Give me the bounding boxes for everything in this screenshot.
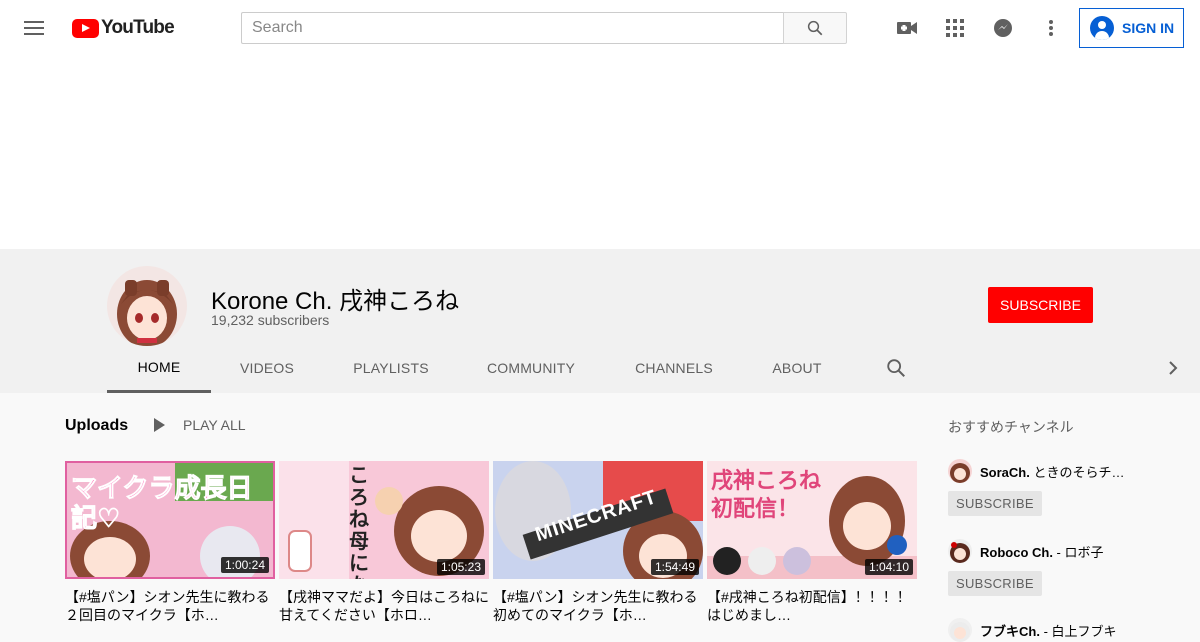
account-icon: [1090, 16, 1114, 40]
video-card[interactable]: マイクラ成長日記♡ 1:00:24 【#塩パン】シオン先生に教わる２回目のマイク…: [65, 461, 275, 624]
search-input[interactable]: [241, 12, 783, 44]
video-thumbnail[interactable]: ころね母になりたい 1:05:23: [279, 461, 489, 579]
recommended-channel: フブキCh. - 白上フブキ: [948, 618, 1188, 642]
video-card[interactable]: ころね母になりたい 1:05:23 【戌神ママだよ】今日はころねに甘えてください…: [279, 461, 489, 624]
channel-avatar[interactable]: [948, 459, 972, 483]
tab-community[interactable]: COMMUNITY: [459, 343, 603, 393]
menu-icon[interactable]: [24, 17, 46, 39]
channel-name-rest: ときのそらチ…: [1029, 464, 1125, 480]
tab-about[interactable]: ABOUT: [745, 343, 849, 393]
video-duration: 1:04:10: [864, 559, 913, 575]
thumbnail-text: マイクラ成長日記♡: [71, 473, 253, 534]
channel-name-main: Roboco Ch.: [980, 544, 1053, 560]
recommended-channel-name[interactable]: フブキCh. - 白上フブキ: [980, 621, 1160, 640]
apps-grid-icon[interactable]: [943, 16, 967, 40]
sign-in-label: SIGN IN: [1122, 20, 1175, 36]
video-card[interactable]: MINECRAFT 1:54:49 【#塩パン】シオン先生に教わる初めてのマイク…: [493, 461, 703, 624]
subscribe-button[interactable]: SUBSCRIBE: [948, 491, 1042, 516]
search-icon: [807, 20, 823, 36]
search-button[interactable]: [783, 12, 847, 44]
recommended-channel: SoraCh. ときのそらチ… SUBSCRIBE: [948, 459, 1188, 516]
video-title[interactable]: 【#戌神ころね初配信】！！！！はじめまし…: [707, 588, 917, 624]
video-duration: 1:54:49: [650, 559, 699, 575]
uploads-title: Uploads: [65, 417, 129, 434]
recommended-channel-name[interactable]: Roboco Ch. - ロボ子: [980, 542, 1160, 561]
channel-name-main: SoraCh.: [980, 464, 1030, 480]
play-all-label: PLAY ALL: [183, 417, 246, 433]
channel-avatar[interactable]: [107, 266, 187, 346]
channel-name-main: フブキCh.: [980, 623, 1040, 639]
thumbnail-text: ころね母になりたい: [349, 465, 369, 579]
play-all-button[interactable]: PLAY ALL: [150, 417, 246, 433]
channel-avatar[interactable]: [948, 618, 972, 642]
thumbnail-text: 戌神ころね初配信！: [711, 468, 822, 521]
youtube-play-icon: [72, 18, 99, 38]
youtube-logo[interactable]: YouTube: [72, 17, 175, 39]
tab-channels[interactable]: CHANNELS: [603, 343, 745, 393]
recommended-channel: Roboco Ch. - ロボ子 SUBSCRIBE: [948, 539, 1188, 596]
video-title[interactable]: 【#塩パン】シオン先生に教わる２回目のマイクラ【ホ…: [65, 588, 275, 624]
logo-text: YouTube: [101, 17, 175, 38]
sign-in-button[interactable]: SIGN IN: [1079, 8, 1184, 48]
messages-icon[interactable]: [991, 16, 1015, 40]
video-duration: 1:05:23: [436, 559, 485, 575]
search-bar: [241, 12, 847, 44]
chevron-right-icon[interactable]: [1164, 359, 1182, 377]
subscribe-button[interactable]: SUBSCRIBE: [988, 287, 1093, 323]
channel-title: Korone Ch. 戌神ころね: [211, 288, 460, 315]
recommended-channel-name[interactable]: SoraCh. ときのそらチ…: [980, 462, 1160, 481]
tab-playlists[interactable]: PLAYLISTS: [323, 343, 459, 393]
subscriber-count: 19,232 subscribers: [211, 312, 330, 328]
tab-home[interactable]: HOME: [107, 343, 211, 393]
video-thumbnail[interactable]: 戌神ころね初配信！ 1:04:10: [707, 461, 917, 579]
recommended-channels-title: おすすめチャンネル: [948, 419, 1074, 435]
video-thumbnail[interactable]: マイクラ成長日記♡ 1:00:24: [65, 461, 275, 579]
top-bar: YouTube SIGN IN: [0, 0, 1200, 56]
channel-avatar[interactable]: [948, 539, 972, 563]
channel-name-rest: - 白上フブキ: [1039, 623, 1117, 639]
create-video-icon[interactable]: [895, 16, 919, 40]
subscribe-button[interactable]: SUBSCRIBE: [948, 571, 1042, 596]
video-duration: 1:00:24: [220, 557, 269, 573]
play-icon: [154, 418, 165, 432]
video-card[interactable]: 戌神ころね初配信！ 1:04:10 【#戌神ころね初配信】！！！！はじめまし…: [707, 461, 917, 624]
more-vert-icon[interactable]: [1039, 16, 1063, 40]
channel-banner: [0, 56, 1200, 249]
tab-videos[interactable]: VIDEOS: [211, 343, 323, 393]
video-thumbnail[interactable]: MINECRAFT 1:54:49: [493, 461, 703, 579]
video-title[interactable]: 【戌神ママだよ】今日はころねに甘えてください【ホロ…: [279, 588, 489, 624]
channel-search-icon[interactable]: [885, 357, 907, 379]
video-title[interactable]: 【#塩パン】シオン先生に教わる初めてのマイクラ【ホ…: [493, 588, 703, 624]
channel-name-rest: - ロボ子: [1052, 544, 1104, 560]
